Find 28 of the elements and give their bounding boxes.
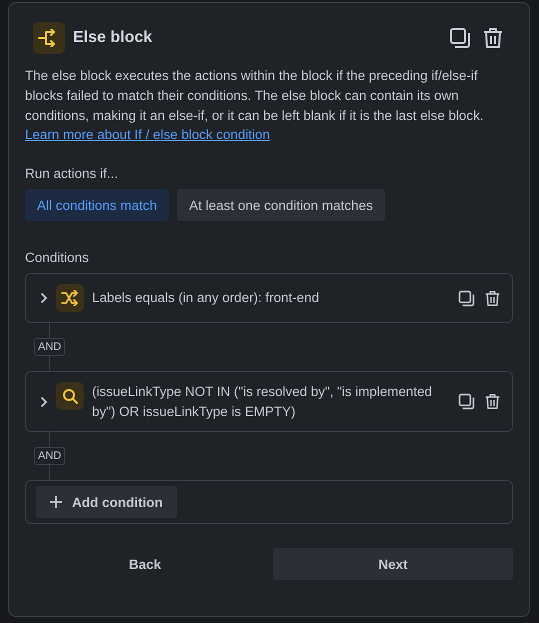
match-option[interactable]: All conditions match: [25, 189, 170, 222]
chevron-icon[interactable]: [40, 396, 48, 407]
chevron-icon[interactable]: [40, 293, 48, 304]
duplicate-icon[interactable]: [458, 290, 475, 307]
trash-icon[interactable]: [485, 393, 500, 410]
duplicate-icon[interactable]: [458, 393, 475, 410]
trash-icon[interactable]: [483, 27, 503, 49]
search-icon: [56, 382, 84, 410]
branch-icon: [33, 22, 65, 54]
trash-icon[interactable]: [485, 290, 500, 307]
and-badge: AND: [34, 338, 66, 356]
condition-text: (issueLinkType NOT IN ("is resolved by", "is implemented by") OR issueLinkType is EMPTY): [92, 383, 433, 421]
shuffle-icon: [56, 284, 84, 312]
plus-icon: [50, 496, 62, 508]
condition-card[interactable]: Labels equals (in any order): front-end: [25, 273, 513, 324]
condition-text: Labels equals (in any order): front-end: [92, 289, 320, 308]
next-button[interactable]: Next: [273, 548, 513, 580]
match-option[interactable]: At least one condition matches: [177, 189, 385, 222]
condition-card[interactable]: (issueLinkType NOT IN ("is resolved by", "is implemented by") OR issueLinkType is EMPTY): [25, 371, 513, 432]
add-condition-button[interactable]: Add condition: [36, 486, 177, 518]
block-title: Else block: [73, 29, 152, 47]
back-button[interactable]: Back: [25, 548, 265, 580]
and-badge: AND: [34, 447, 66, 466]
description-text: The else block executes the actions within the block if the preceding if/else-if blocks failed to match their conditions. The else block can contain its own conditions, making it an else-if, or it can be left blank if it is the last else block. Learn more about If / else block condition: [25, 67, 484, 144]
conditions-label: Conditions: [25, 250, 90, 266]
run-actions-label: Run actions if...: [25, 166, 120, 182]
learn-more-link[interactable]: Learn more about If / else block condition: [25, 127, 270, 142]
duplicate-icon[interactable]: [449, 27, 471, 49]
